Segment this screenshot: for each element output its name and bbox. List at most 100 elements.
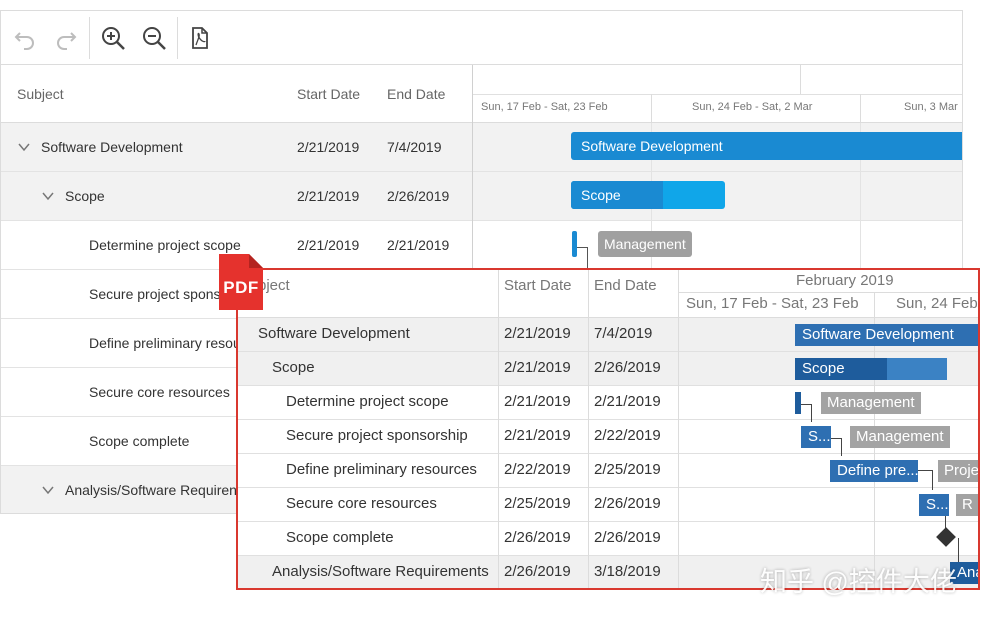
zoom-out-button[interactable] — [139, 23, 169, 53]
pdf-export-button[interactable] — [185, 23, 215, 53]
pdf-dependency-line — [932, 470, 933, 490]
pdf-task-end-date: 2/26/2019 — [594, 529, 661, 546]
pdf-column-header-end-date: End Date — [594, 277, 657, 294]
pdf-task-end-date: 2/25/2019 — [594, 461, 661, 478]
undo-icon — [14, 32, 34, 50]
pdf-header-divider — [678, 292, 978, 293]
pdf-summary-task-bar: Scope — [795, 358, 947, 380]
pdf-task-bar — [795, 392, 801, 414]
pdf-column-divider — [678, 270, 679, 588]
pdf-task-start-date: 2/21/2019 — [504, 359, 571, 376]
chevron-down-icon[interactable] — [41, 189, 55, 203]
pdf-task-bar: S... — [919, 494, 949, 516]
timeline-header: Sun, 17 Feb - Sat, 23 Feb Sun, 24 Feb - … — [473, 65, 962, 123]
pdf-resource-label: R — [956, 494, 978, 516]
task-start-date: 2/21/2019 — [297, 188, 360, 204]
zoom-in-icon — [102, 27, 125, 50]
pdf-timeline-week-label: Sun, 17 Feb - Sat, 23 Feb — [686, 295, 859, 312]
pdf-task-subject: Scope — [272, 359, 315, 376]
toolbar — [1, 11, 962, 65]
redo-icon — [57, 32, 77, 50]
pdf-task-start-date: 2/22/2019 — [504, 461, 571, 478]
column-header-start-date[interactable]: Start Date — [297, 86, 360, 102]
task-bar-label: Software Development — [581, 138, 723, 154]
pdf-task-start-date: 2/26/2019 — [504, 563, 571, 580]
pdf-task-start-date: 2/21/2019 — [504, 427, 571, 444]
zoom-out-icon — [143, 27, 166, 50]
pdf-task-end-date: 2/26/2019 — [594, 495, 661, 512]
chevron-down-icon[interactable] — [41, 483, 55, 497]
task-subject: Software Development — [41, 139, 183, 155]
toolbar-separator — [177, 17, 178, 59]
pdf-column-divider — [588, 270, 589, 588]
task-end-date: 7/4/2019 — [387, 139, 442, 155]
pdf-column-header-start-date: Start Date — [504, 277, 572, 294]
pdf-table-row: Scope complete 2/26/2019 2/26/2019 — [238, 522, 978, 556]
task-subject: Determine project scope — [89, 237, 241, 253]
grid-header: Subject Start Date End Date — [1, 65, 472, 123]
task-start-date: 2/21/2019 — [297, 237, 360, 253]
task-bar[interactable] — [572, 231, 577, 257]
column-header-subject[interactable]: Subject — [17, 86, 64, 102]
dependency-line — [577, 247, 587, 248]
pdf-resource-label: Proje — [938, 460, 978, 482]
pdf-dependency-line — [831, 438, 841, 439]
timeline-week-label: Sun, 3 Mar — [904, 101, 958, 113]
task-subject: Secure core resources — [89, 384, 230, 400]
pdf-task-subject: Scope complete — [286, 529, 394, 546]
zoom-in-button[interactable] — [98, 23, 128, 53]
pdf-task-bar: Define pre... — [830, 460, 918, 482]
task-subject: Scope — [65, 188, 105, 204]
resource-label: Management — [598, 231, 692, 257]
pdf-task-subject: Determine project scope — [286, 393, 449, 410]
task-end-date: 2/26/2019 — [387, 188, 450, 204]
timeline-week-label: Sun, 24 Feb - Sat, 2 Mar — [692, 101, 813, 113]
pdf-dependency-line — [841, 438, 842, 456]
pdf-export-icon — [192, 27, 208, 49]
summary-task-bar[interactable]: Software Development — [571, 132, 962, 160]
redo-button[interactable] — [51, 23, 81, 53]
pdf-timeline-week-label: Sun, 24 Feb — [896, 295, 978, 312]
pdf-task-end-date: 3/18/2019 — [594, 563, 661, 580]
pdf-task-bar-label: S... — [808, 428, 831, 445]
summary-task-bar[interactable]: Scope — [571, 181, 725, 209]
pdf-preview: bject Start Date End Date February 2019 … — [236, 268, 980, 590]
timeline-week-divider — [860, 94, 861, 123]
task-subject: Scope complete — [89, 433, 190, 449]
task-start-date: 2/21/2019 — [297, 139, 360, 155]
pdf-task-bar-label: Scope — [802, 360, 845, 377]
pdf-column-divider — [498, 270, 499, 588]
pdf-task-end-date: 7/4/2019 — [594, 325, 653, 342]
column-header-end-date[interactable]: End Date — [387, 86, 445, 102]
pdf-badge-label: PDF — [223, 278, 259, 297]
pdf-table-row: Secure core resources 2/25/2019 2/26/201… — [238, 488, 978, 522]
pdf-task-start-date: 2/25/2019 — [504, 495, 571, 512]
timeline-header-divider — [473, 94, 962, 95]
pdf-dependency-line — [918, 470, 932, 471]
pdf-task-bar-label: Define pre... — [837, 462, 918, 479]
watermark: 知乎 @控件大佬 — [760, 567, 957, 597]
pdf-task-subject: Software Development — [258, 325, 410, 342]
pdf-task-bar-label: Software Development — [802, 326, 954, 343]
pdf-dependency-line — [811, 404, 812, 422]
pdf-task-end-date: 2/22/2019 — [594, 427, 661, 444]
pdf-resource-label: Management — [821, 392, 921, 414]
pdf-task-end-date: 2/26/2019 — [594, 359, 661, 376]
pdf-task-bar: S... — [801, 426, 831, 448]
pdf-task-subject: Define preliminary resources — [286, 461, 477, 478]
chevron-down-icon[interactable] — [17, 140, 31, 154]
pdf-dependency-line — [958, 538, 959, 562]
pdf-task-bar-label: S... — [926, 496, 949, 513]
table-row[interactable]: Scope 2/21/2019 2/26/2019 — [1, 172, 962, 221]
task-subject: Secure project spons — [89, 286, 221, 302]
pdf-dependency-line — [801, 404, 811, 405]
pdf-task-start-date: 2/21/2019 — [504, 393, 571, 410]
task-subject: Analysis/Software Requiren — [65, 482, 237, 498]
undo-button[interactable] — [10, 23, 40, 53]
pdf-timeline-month: February 2019 — [796, 272, 894, 289]
table-row[interactable]: Determine project scope 2/21/2019 2/21/2… — [1, 221, 962, 270]
pdf-resource-label: Management — [850, 426, 950, 448]
toolbar-separator — [89, 17, 90, 59]
timeline-week-divider — [651, 94, 652, 123]
task-end-date: 2/21/2019 — [387, 237, 450, 253]
